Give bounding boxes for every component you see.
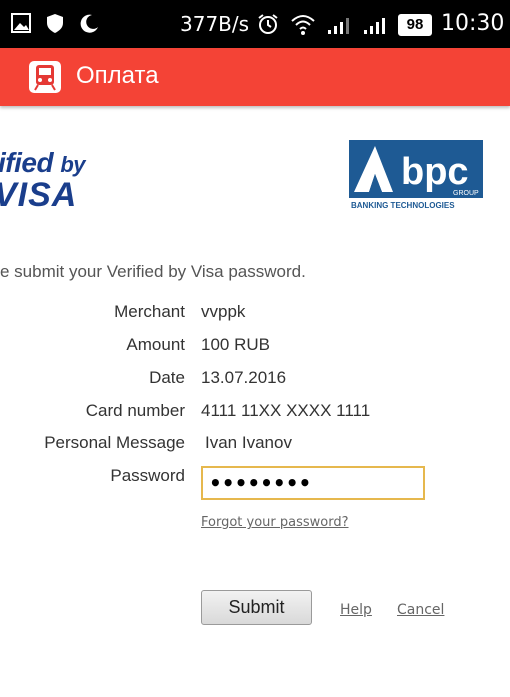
personal-message-row: Personal Message Ivan Ivanov	[0, 433, 510, 457]
submit-button[interactable]: Submit	[201, 590, 312, 625]
date-row: Date 13.07.2016	[0, 368, 510, 392]
signal-icon-1	[328, 18, 349, 34]
page-title: Оплата	[76, 62, 159, 89]
app-bar: Оплата	[0, 48, 510, 106]
moon-icon	[80, 14, 98, 33]
merchant-label: Merchant	[114, 302, 185, 321]
date-value: 13.07.2016	[201, 368, 287, 387]
svg-text:GROUP: GROUP	[453, 190, 479, 197]
alarm-icon	[258, 14, 278, 34]
merchant-row: Merchant vvppk	[0, 302, 510, 326]
svg-text:bpc: bpc	[401, 151, 469, 193]
card-number-value: 4111 11XX XXXX 1111	[201, 401, 371, 420]
instruction-text: e submit your Verified by Visa password.	[0, 262, 306, 281]
bpc-banking-logo: bpc GROUP BANKING TECHNOLOGIES	[349, 140, 483, 210]
svg-text:BANKING TECHNOLOGIES: BANKING TECHNOLOGIES	[351, 201, 455, 210]
forgot-password-link[interactable]: Forgot your password?	[201, 515, 349, 530]
amount-row: Amount 100 RUB	[0, 335, 510, 359]
password-input[interactable]: ••••••••	[201, 466, 425, 500]
wifi-icon	[291, 15, 315, 35]
amount-label: Amount	[126, 335, 185, 354]
network-speed: 377B/s	[180, 12, 250, 36]
clock: 10:30	[441, 11, 505, 36]
status-bar: 377B/s 98 10:30	[0, 0, 510, 48]
personal-message-label: Personal Message	[44, 433, 185, 452]
verified-by-visa-logo: ified by VISA	[0, 147, 86, 214]
card-number-label: Card number	[85, 401, 185, 420]
amount-value: 100 RUB	[201, 335, 270, 354]
train-icon[interactable]	[28, 60, 62, 94]
password-label: Password	[110, 466, 185, 485]
gallery-icon	[11, 13, 31, 33]
card-number-row: Card number 4111 11XX XXXX 1111	[0, 401, 510, 425]
shield-icon	[47, 14, 63, 33]
merchant-value: vvppk	[201, 302, 246, 321]
personal-message-value: Ivan Ivanov	[205, 433, 292, 452]
cancel-link[interactable]: Cancel	[397, 602, 444, 618]
help-link[interactable]: Help	[340, 602, 372, 618]
date-label: Date	[149, 368, 185, 387]
signal-icon-2	[364, 18, 385, 34]
battery-indicator: 98	[398, 14, 432, 36]
